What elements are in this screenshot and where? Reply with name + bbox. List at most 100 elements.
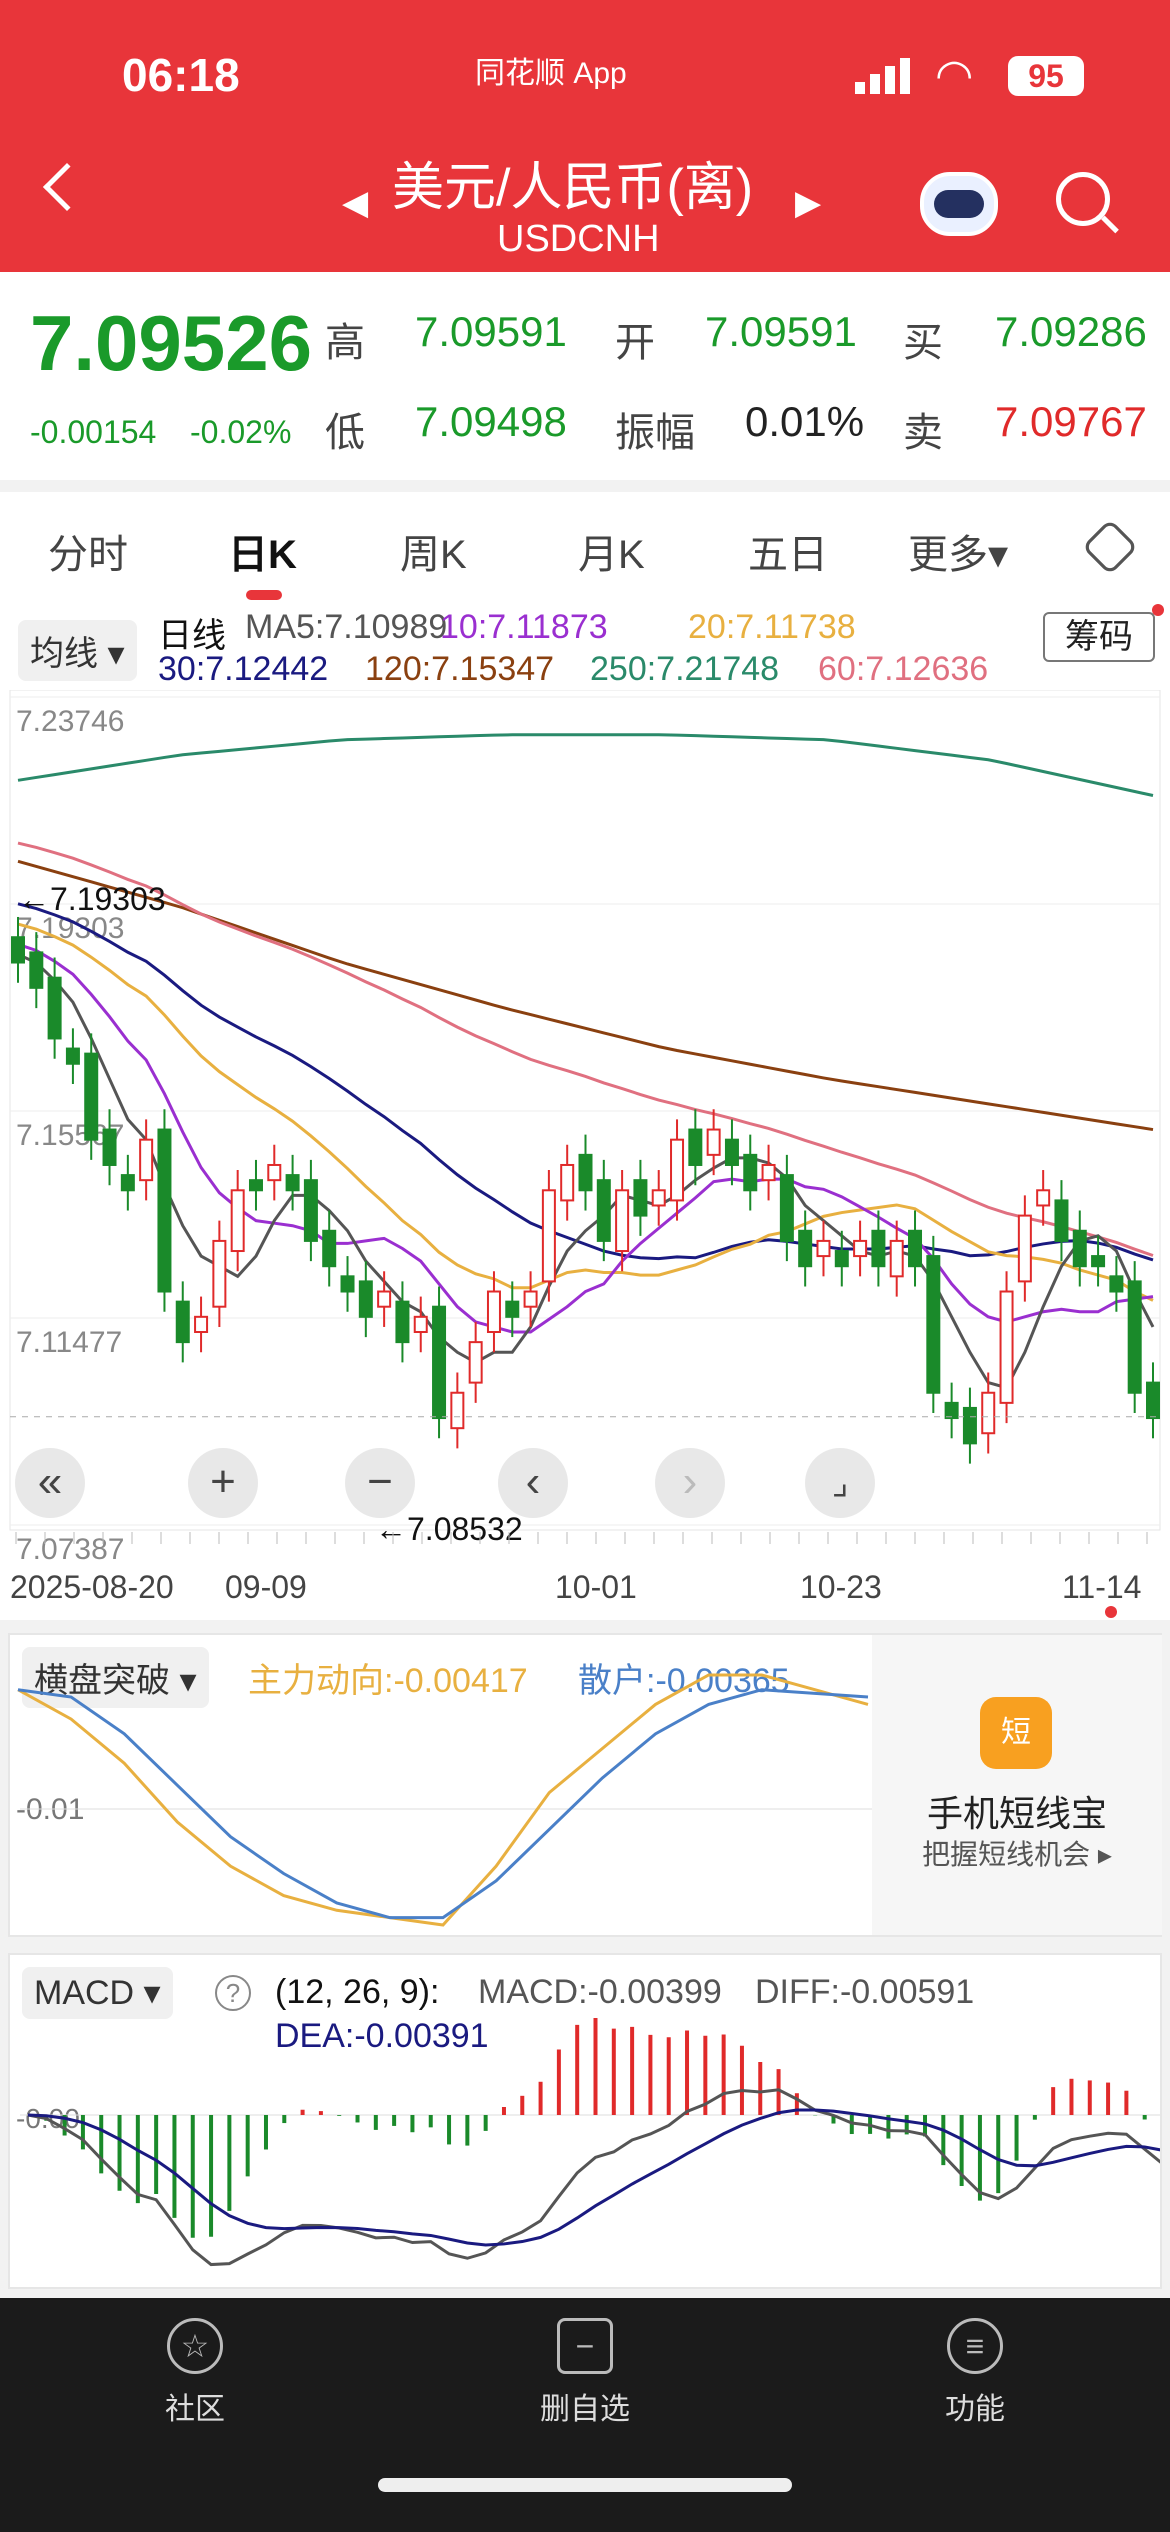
min-price-marker: ←7.08532 — [375, 1511, 523, 1547]
minus-icon: − — [557, 2318, 613, 2374]
candle — [706, 1128, 721, 1156]
zoom-in-button[interactable]: + — [188, 1448, 258, 1518]
candle — [670, 1138, 685, 1202]
candle — [267, 1163, 282, 1182]
ma5-value: MA5:7.10989 — [245, 608, 448, 646]
macd-chart — [20, 2018, 1160, 2267]
candle — [1072, 1229, 1087, 1268]
kline-chart[interactable]: 7.237467.193037.155677.114777.07387←7.19… — [0, 690, 1170, 1620]
nav-remove-label: 删自选 — [540, 2393, 630, 2426]
active-tab-indicator — [246, 590, 282, 600]
max-price-marker: ←7.19303 — [18, 881, 166, 917]
candle — [834, 1250, 849, 1268]
indicator-selector[interactable]: 均线 ▾ — [18, 620, 137, 681]
zoom-reset-button[interactable]: « — [15, 1448, 85, 1518]
back-button[interactable] — [42, 162, 92, 212]
nav-remove-watchlist[interactable]: − 删自选 — [505, 2318, 665, 2428]
promo-subtitle: 把握短线机会 ▸ — [922, 1839, 1112, 1870]
y-tick-label: 7.11477 — [16, 1326, 122, 1359]
candle — [688, 1128, 703, 1166]
candle — [779, 1174, 794, 1242]
diff-line — [27, 2088, 1160, 2267]
robot-assistant-icon[interactable] — [920, 172, 998, 236]
community-icon: ☆ — [167, 2318, 223, 2374]
promo-title: 手机短线宝 — [926, 1793, 1107, 1834]
nav-functions-label: 功能 — [945, 2393, 1005, 2426]
page-title: 美元/人民币(离) — [392, 159, 754, 217]
candle — [157, 1128, 172, 1293]
prev-arrow-icon[interactable]: ◀ — [342, 183, 368, 223]
header: 06:18 同花顺 App ◠ 95 ◀ 美元/人民币(离) USDCNH ▶ — [0, 0, 1170, 272]
wifi-icon: ◠ — [935, 51, 974, 100]
candle — [1054, 1199, 1069, 1242]
tab-weekly-k[interactable]: 周K — [400, 522, 467, 580]
main-force-line — [17, 1673, 869, 1927]
tab-intraday[interactable]: 分时 — [48, 522, 128, 580]
ma20-value: 20:7.11738 — [688, 608, 856, 646]
candle — [47, 976, 62, 1040]
candle — [450, 1391, 465, 1430]
period-tabs: 分时 日K 周K 月K 五日 更多▾ — [0, 492, 1170, 602]
quote-panel: 7.09526 -0.00154 -0.02% 高 7.09591 开 7.09… — [0, 272, 1170, 480]
retail-line — [17, 1688, 869, 1920]
candle — [395, 1300, 410, 1344]
candle — [11, 936, 25, 964]
chips-button[interactable]: 筹码 — [1043, 612, 1155, 662]
ma120-value: 120:7.15347 — [365, 650, 555, 688]
signal-icon — [855, 58, 911, 94]
settings-icon[interactable] — [1081, 518, 1139, 576]
promo-card[interactable]: 短 手机短线宝 把握短线机会 ▸ — [872, 1635, 1162, 1935]
candle — [523, 1290, 538, 1308]
candle — [1091, 1255, 1106, 1268]
candle — [139, 1138, 154, 1182]
ask-label: 卖 — [903, 411, 943, 455]
menu-icon: ≡ — [947, 2318, 1003, 2374]
candle — [1127, 1280, 1142, 1394]
latest-marker-dot — [1105, 1606, 1117, 1618]
candle — [578, 1153, 593, 1192]
candle — [84, 1052, 99, 1141]
candle — [541, 1189, 556, 1283]
promo-icon: 短 — [980, 1697, 1052, 1769]
bid-value: 7.09286 — [995, 308, 1147, 355]
next-arrow-icon[interactable]: ▶ — [795, 183, 821, 223]
fullscreen-button[interactable]: ⌟ — [805, 1448, 875, 1518]
notification-dot — [1152, 604, 1164, 616]
nav-community[interactable]: ☆ 社区 — [115, 2318, 275, 2428]
indicator-selector-label: 均线 — [30, 635, 98, 673]
hp-chart — [17, 1673, 872, 1927]
candle — [871, 1229, 886, 1268]
zoom-out-button[interactable]: − — [345, 1448, 415, 1518]
candle — [29, 951, 44, 989]
amplitude-label: 振幅 — [615, 411, 695, 455]
x-tick-label: 09-09 — [225, 1569, 307, 1605]
candle — [633, 1179, 648, 1217]
candle — [724, 1138, 739, 1166]
scroll-left-button[interactable]: ‹ — [498, 1448, 568, 1518]
ma60-value: 60:7.12636 — [818, 650, 989, 688]
nav-functions[interactable]: ≡ 功能 — [895, 2318, 1055, 2428]
tab-more[interactable]: 更多▾ — [908, 522, 1008, 580]
app-pill: 同花顺 App — [475, 57, 627, 90]
candle — [120, 1174, 135, 1192]
x-tick-label: 2025-08-20 — [10, 1569, 174, 1605]
scroll-right-button[interactable]: › — [655, 1448, 725, 1518]
status-time: 06:18 — [122, 49, 240, 101]
candle — [194, 1315, 209, 1334]
candle — [486, 1290, 501, 1334]
tab-daily-k[interactable]: 日K — [228, 522, 297, 580]
candle — [248, 1179, 263, 1192]
y-tick-label: 7.23746 — [16, 705, 124, 738]
candle — [377, 1290, 392, 1308]
bid-label: 买 — [903, 321, 943, 365]
candle — [413, 1315, 428, 1334]
candle — [468, 1341, 483, 1384]
candle — [944, 1401, 959, 1420]
candle — [212, 1239, 227, 1308]
amplitude-value: 0.01% — [745, 398, 865, 445]
bottom-nav: ☆ 社区 − 删自选 ≡ 功能 — [0, 2298, 1170, 2532]
candle — [340, 1275, 355, 1293]
tab-monthly-k[interactable]: 月K — [578, 522, 645, 580]
candle — [962, 1406, 977, 1445]
tab-five-day[interactable]: 五日 — [748, 522, 828, 580]
